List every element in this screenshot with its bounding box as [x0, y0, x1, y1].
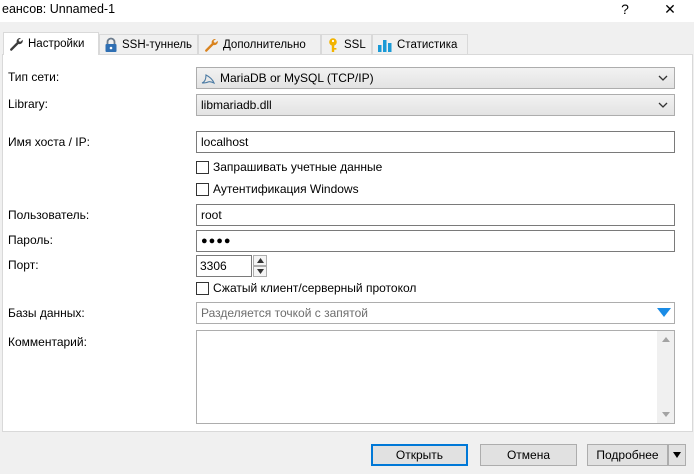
port-input[interactable]: 3306: [196, 255, 252, 277]
more-button[interactable]: Подробнее: [587, 444, 668, 466]
chevron-down-icon: [658, 102, 668, 108]
databases-input[interactable]: Разделяется точкой с запятой: [196, 302, 675, 324]
compressed-protocol-checkbox[interactable]: Сжатый клиент/серверный протокол: [196, 281, 416, 295]
password-input[interactable]: ●●●●: [196, 230, 675, 252]
open-button[interactable]: Открыть: [371, 444, 468, 466]
network-type-select[interactable]: MariaDB or MySQL (TCP/IP): [196, 67, 675, 89]
tab-label: Статистика: [397, 38, 458, 51]
wrench-orange-icon: [205, 38, 218, 52]
databases-label: Базы данных:: [8, 306, 85, 320]
help-button[interactable]: ?: [618, 0, 632, 20]
tab-statistics[interactable]: Статистика: [372, 34, 468, 54]
checkbox-box: [196, 182, 209, 196]
checkbox-box: [196, 281, 209, 295]
bar-chart-icon: [378, 39, 392, 52]
tab-ssl[interactable]: SSL: [321, 34, 372, 54]
scroll-down-button[interactable]: [657, 406, 674, 423]
checkbox-label: Запрашивать учетные данные: [213, 160, 383, 174]
chevron-down-icon: [673, 452, 681, 458]
host-input[interactable]: localhost: [196, 131, 675, 153]
chevron-down-icon: [661, 412, 670, 417]
tab-label: Дополнительно: [223, 38, 306, 51]
user-input[interactable]: root: [196, 204, 675, 226]
tab-label: SSL: [344, 38, 366, 51]
password-label: Пароль:: [8, 233, 53, 247]
checkbox-label: Сжатый клиент/серверный протокол: [213, 281, 417, 295]
checkbox-label: Аутентификация Windows: [213, 182, 359, 196]
comment-textarea[interactable]: [196, 330, 675, 424]
user-label: Пользователь:: [8, 208, 90, 222]
title-bar: еансов: Unnamed-1 ? ✕: [0, 0, 694, 22]
wrench-icon: [10, 38, 23, 51]
checkbox-box: [196, 160, 209, 174]
library-label: Library:: [8, 97, 49, 111]
chevron-up-icon: [661, 337, 670, 342]
network-type-value: MariaDB or MySQL (TCP/IP): [220, 71, 374, 85]
prompt-credentials-checkbox[interactable]: Запрашивать учетные данные: [196, 160, 382, 174]
port-decrement-button[interactable]: [253, 266, 267, 277]
port-increment-button[interactable]: [253, 255, 267, 266]
chevron-up-icon: [256, 258, 264, 263]
tab-ssh-tunnel[interactable]: SSH-туннель: [99, 34, 198, 54]
tab-advanced[interactable]: Дополнительно: [198, 34, 321, 54]
library-value: libmariadb.dll: [201, 98, 272, 112]
comment-label: Комментарий:: [8, 335, 87, 349]
dolphin-icon: [201, 74, 215, 85]
window-title: еансов: Unnamed-1: [2, 2, 116, 16]
scroll-up-button[interactable]: [657, 331, 674, 348]
windows-auth-checkbox[interactable]: Аутентификация Windows: [196, 182, 359, 196]
tab-settings[interactable]: Настройки: [3, 32, 99, 55]
tab-label: SSH-туннель: [122, 38, 193, 51]
library-select[interactable]: libmariadb.dll: [196, 94, 675, 116]
close-button[interactable]: ✕: [660, 0, 680, 20]
tab-bar: Настройки SSH-туннель Дополнительно SSL …: [0, 32, 694, 55]
padlock-icon: [105, 37, 117, 52]
comment-scrollbar[interactable]: [657, 331, 674, 423]
network-type-label: Тип сети:: [8, 70, 60, 84]
chevron-down-icon: [658, 75, 668, 81]
tab-label: Настройки: [28, 38, 85, 50]
host-label: Имя хоста / IP:: [8, 135, 90, 149]
databases-dropdown-icon[interactable]: [657, 308, 671, 317]
key-icon: [329, 37, 337, 52]
port-label: Порт:: [8, 258, 39, 272]
cancel-button[interactable]: Отмена: [480, 444, 577, 466]
chevron-down-icon: [256, 269, 264, 274]
more-split-arrow-button[interactable]: [668, 444, 686, 466]
